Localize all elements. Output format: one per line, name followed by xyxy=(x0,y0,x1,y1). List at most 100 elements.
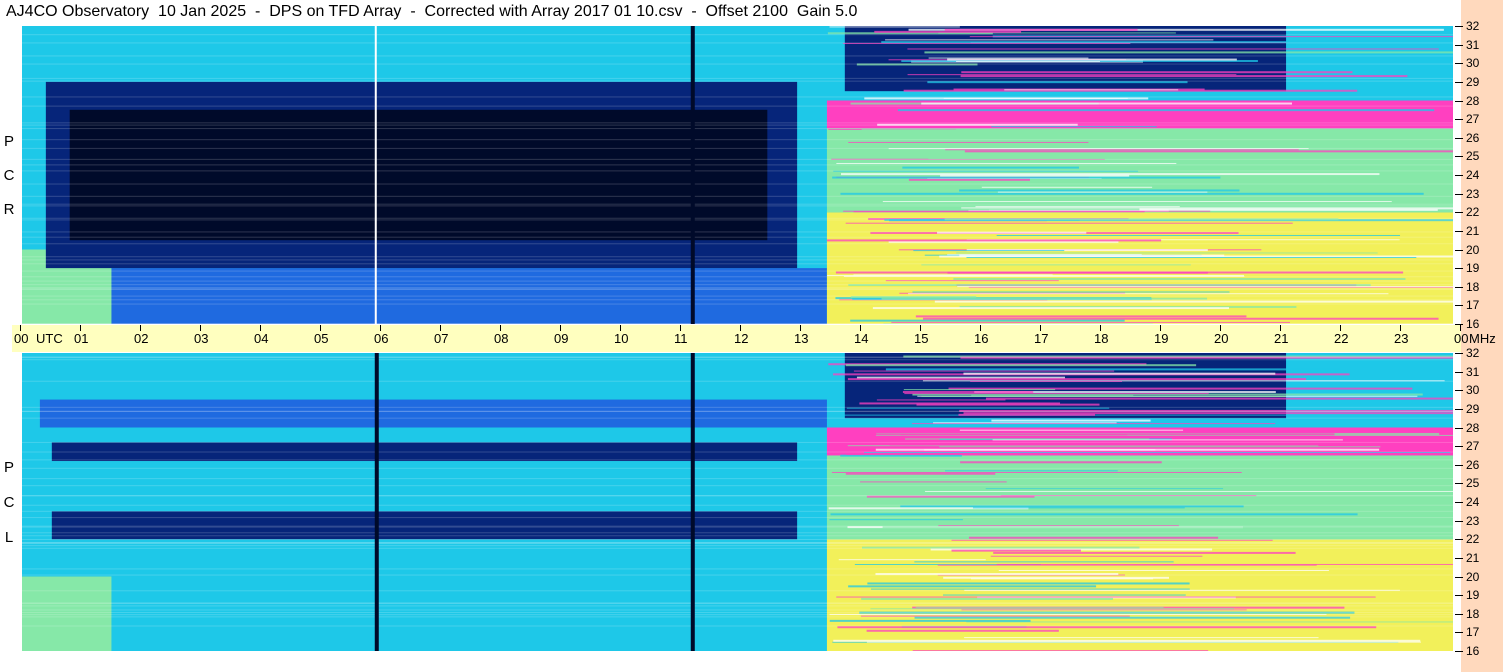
rcp-streak xyxy=(947,271,1208,274)
lcp-region-3 xyxy=(51,511,798,540)
lcp-band xyxy=(22,532,1453,534)
rcp-streak xyxy=(960,75,1408,78)
freq-tick-label: 27 xyxy=(1466,439,1480,454)
lcp-streak xyxy=(990,555,1203,557)
freq-tick-mark xyxy=(1455,539,1463,541)
rcp-streak xyxy=(959,189,1240,192)
lcp-band xyxy=(22,611,1453,613)
rcp-streak xyxy=(891,321,1290,323)
rcp-streak xyxy=(845,222,1293,224)
lcp-streak xyxy=(846,453,1429,456)
freq-tick-mark xyxy=(1455,595,1463,597)
time-tick-mark xyxy=(320,325,321,331)
lcp-band xyxy=(22,547,1453,549)
lcp-streak xyxy=(845,364,1197,367)
lcp-band xyxy=(22,602,1453,604)
time-tick-mark xyxy=(1160,325,1161,331)
rcp-streak xyxy=(826,239,1162,242)
time-tick-mark xyxy=(1400,325,1401,331)
lcp-streak xyxy=(966,621,1453,623)
rcp-streak xyxy=(921,102,1292,105)
lcp-streak xyxy=(914,561,1174,563)
freq-tick-label: 18 xyxy=(1466,606,1480,621)
rcp-band xyxy=(22,303,1453,305)
lcp-streak xyxy=(904,393,1209,395)
rcp-band xyxy=(22,203,1453,205)
pol-label-bot-3: P xyxy=(3,459,14,476)
rcp-band xyxy=(22,147,1453,149)
rcp-streak xyxy=(964,150,1453,153)
time-tick-mark xyxy=(1280,325,1281,331)
freq-tick-mark xyxy=(1455,408,1463,410)
lcp-streak xyxy=(860,481,1007,483)
lcp-band xyxy=(22,441,1453,443)
rcp-streak xyxy=(1004,89,1179,91)
lcp-streak xyxy=(945,470,1118,472)
lcp-streak xyxy=(845,472,996,475)
rcp-streak xyxy=(829,26,960,28)
lcp-streak xyxy=(951,549,1081,552)
rcp-band xyxy=(22,195,1453,197)
rcp-band xyxy=(22,243,1453,245)
rcp-streak xyxy=(953,277,1406,280)
rcp-band xyxy=(22,34,1453,36)
lcp-streak xyxy=(866,641,1421,643)
lcp-streak xyxy=(925,488,1453,491)
freq-tick-label: 16 xyxy=(1466,317,1480,331)
freq-tick-mark xyxy=(1455,26,1463,27)
lcp-vline-0 xyxy=(374,353,379,651)
time-tick-label: 06 xyxy=(374,331,389,346)
rcp-streak xyxy=(947,58,1237,61)
lcp-band xyxy=(22,535,1453,537)
freq-tick-label: 19 xyxy=(1466,261,1480,276)
lcp-streak xyxy=(861,597,1113,600)
freq-tick-label: 17 xyxy=(1466,298,1480,313)
rcp-streak xyxy=(991,126,1157,128)
time-tick-mark xyxy=(1220,325,1221,331)
freq-tick-mark xyxy=(1455,156,1463,158)
freq-tick-mark xyxy=(1455,353,1463,354)
time-tick-label: 22 xyxy=(1334,331,1349,346)
lcp-streak xyxy=(885,368,1340,371)
time-tick-label: 15 xyxy=(914,331,929,346)
rcp-band xyxy=(22,63,1453,65)
lcp-region-1 xyxy=(39,399,827,428)
lcp-band xyxy=(22,574,1453,576)
rcp-heatmap xyxy=(22,26,1453,324)
rcp-streak xyxy=(897,109,1435,112)
lcp-band xyxy=(22,616,1453,618)
lcp-streak xyxy=(960,461,1162,464)
rcp-streak xyxy=(945,149,1299,151)
lcp-streak xyxy=(1003,499,1131,501)
rcp-streak xyxy=(840,192,1424,195)
time-tick-label: 08 xyxy=(494,331,509,346)
freq-tick-label: 18 xyxy=(1466,279,1480,294)
lcp-band xyxy=(22,485,1453,487)
rcp-streak xyxy=(850,319,1125,322)
pol-label-top-3: P xyxy=(3,133,14,150)
lcp-band xyxy=(22,517,1453,519)
rcp-band xyxy=(22,256,1453,258)
lcp-band xyxy=(22,380,1453,382)
pol-label-top-2: C xyxy=(3,167,15,184)
rcp-band xyxy=(22,170,1453,172)
rcp-streak xyxy=(908,293,1389,295)
time-tick-label: 11 xyxy=(674,331,688,346)
time-tick-label: 01 xyxy=(74,331,89,346)
rcp-streak xyxy=(961,71,1353,74)
lcp-streak xyxy=(870,588,1190,590)
mhz-label: MHz xyxy=(1469,331,1496,346)
freq-tick-mark xyxy=(1455,651,1463,652)
lcp-streak xyxy=(836,596,1376,598)
freq-tick-label: 27 xyxy=(1466,112,1480,127)
time-tick-label: 16 xyxy=(974,331,989,346)
rcp-band xyxy=(22,322,1453,324)
rcp-streak xyxy=(997,191,1208,193)
rcp-streak xyxy=(907,48,1439,50)
lcp-streak xyxy=(958,413,1096,416)
lcp-streak xyxy=(971,394,1134,396)
rcp-band xyxy=(22,219,1453,221)
rcp-streak xyxy=(996,234,1401,236)
lcp-streak xyxy=(993,551,1296,554)
lcp-streak xyxy=(985,397,1453,400)
